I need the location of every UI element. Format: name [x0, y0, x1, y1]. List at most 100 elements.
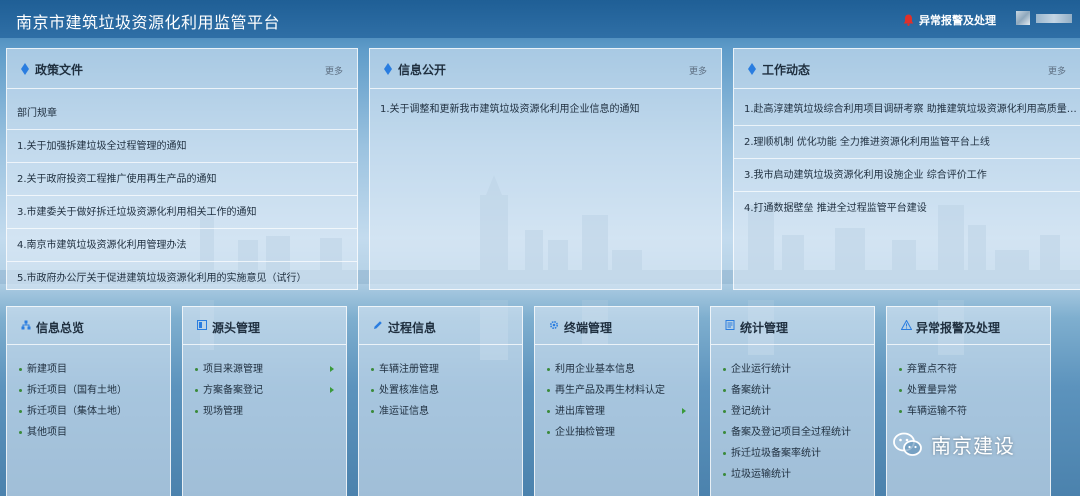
alarm-link[interactable]: 异常报警及处理	[903, 12, 996, 28]
menu-item[interactable]: 再生产品及再生材料认定	[535, 380, 698, 401]
article-list: 1.赴高淳建筑垃圾综合利用项目调研考察 助推建筑垃圾资源化利用高质量发展 2.理…	[734, 93, 1080, 225]
menu-item-label: 新建项目	[27, 364, 67, 375]
menu-item[interactable]: 处置量异常	[887, 380, 1050, 401]
more-link[interactable]: 更多	[1048, 64, 1066, 77]
more-link[interactable]: 更多	[325, 64, 343, 77]
menu-item[interactable]: 其他项目	[7, 422, 170, 443]
menu-item[interactable]: 新建项目	[7, 359, 170, 380]
list-item[interactable]: 3.我市启动建筑垃圾资源化利用设施企业 综合评价工作	[734, 159, 1080, 192]
menu-item-label: 现场管理	[203, 406, 243, 417]
panel-title: 过程信息	[388, 321, 437, 335]
user-name-blurred[interactable]	[1036, 14, 1072, 23]
menu-list: 弃置点不符 处置量异常 车辆运输不符	[887, 345, 1050, 422]
menu-item-label: 登记统计	[731, 406, 771, 417]
bullet-icon	[547, 368, 550, 371]
list-item[interactable]: 4.南京市建筑垃圾资源化利用管理办法	[7, 229, 357, 262]
terminal-management-panel: 终端管理 利用企业基本信息 再生产品及再生材料认定 进出库管理 企业抽检管理	[534, 306, 699, 496]
menu-list: 项目来源管理 方案备案登记 现场管理	[183, 345, 346, 422]
pin-icon	[21, 63, 29, 75]
bullet-icon	[547, 431, 550, 434]
gear-icon	[549, 320, 559, 330]
menu-list: 车辆注册管理 处置核准信息 准运证信息	[359, 345, 522, 422]
menu-item[interactable]: 拆迁项目（集体土地）	[7, 401, 170, 422]
bullet-icon	[195, 389, 198, 392]
menu-item[interactable]: 车辆运输不符	[887, 401, 1050, 422]
source-management-panel: 源头管理 项目来源管理 方案备案登记 现场管理	[182, 306, 347, 496]
panel-header: 终端管理	[535, 307, 698, 345]
menu-item-label: 弃置点不符	[907, 364, 957, 375]
alarm-handling-panel: 异常报警及处理 弃置点不符 处置量异常 车辆运输不符	[886, 306, 1051, 496]
bullet-icon	[371, 368, 374, 371]
bullet-icon	[723, 473, 726, 476]
bullet-icon	[195, 410, 198, 413]
article-list: 1.关于调整和更新我市建筑垃圾资源化利用企业信息的通知	[370, 93, 721, 126]
layout-icon	[197, 320, 207, 330]
panel-header: 信息总览	[7, 307, 170, 345]
menu-item[interactable]: 车辆注册管理	[359, 359, 522, 380]
list-item[interactable]: 2.理顺机制 优化功能 全力推进资源化利用监管平台上线	[734, 126, 1080, 159]
warning-icon	[901, 320, 912, 330]
menu-item[interactable]: 拆迁项目（国有土地）	[7, 380, 170, 401]
menu-item[interactable]: 备案及登记项目全过程统计	[711, 422, 874, 443]
panel-header: 过程信息	[359, 307, 522, 345]
list-item[interactable]: 1.赴高淳建筑垃圾综合利用项目调研考察 助推建筑垃圾资源化利用高质量发展	[734, 93, 1080, 126]
pencil-icon	[374, 321, 382, 329]
information-disclosure-panel: 信息公开 更多 1.关于调整和更新我市建筑垃圾资源化利用企业信息的通知	[369, 48, 722, 290]
panel-header: 异常报警及处理	[887, 307, 1050, 345]
menu-item[interactable]: 垃圾运输统计	[711, 464, 874, 485]
list-item[interactable]: 1.关于加强拆建垃圾全过程管理的通知	[7, 130, 357, 163]
list-item[interactable]: 3.市建委关于做好拆迁垃圾资源化利用相关工作的通知	[7, 196, 357, 229]
bullet-icon	[19, 431, 22, 434]
menu-item[interactable]: 利用企业基本信息	[535, 359, 698, 380]
user-avatar[interactable]	[1016, 11, 1030, 25]
panel-header: 统计管理	[711, 307, 874, 345]
menu-item-label: 车辆运输不符	[907, 406, 967, 417]
menu-item[interactable]: 企业抽检管理	[535, 422, 698, 443]
bullet-icon	[547, 410, 550, 413]
document-icon	[725, 320, 735, 330]
menu-item-label: 备案及登记项目全过程统计	[731, 427, 851, 438]
list-item[interactable]: 2.关于政府投资工程推广使用再生产品的通知	[7, 163, 357, 196]
bullet-icon	[195, 368, 198, 371]
menu-item[interactable]: 企业运行统计	[711, 359, 874, 380]
list-item[interactable]: 1.关于调整和更新我市建筑垃圾资源化利用企业信息的通知	[370, 93, 721, 126]
menu-item[interactable]: 拆迁垃圾备案率统计	[711, 443, 874, 464]
menu-item[interactable]: 准运证信息	[359, 401, 522, 422]
menu-list: 企业运行统计 备案统计 登记统计 备案及登记项目全过程统计 拆迁垃圾备案率统计 …	[711, 345, 874, 485]
menu-item[interactable]: 项目来源管理	[183, 359, 346, 380]
info-overview-panel: 信息总览 新建项目 拆迁项目（国有土地） 拆迁项目（集体土地） 其他项目	[6, 306, 171, 496]
menu-item[interactable]: 备案统计	[711, 380, 874, 401]
menu-item[interactable]: 方案备案登记	[183, 380, 346, 401]
menu-item-label: 处置核准信息	[379, 385, 439, 396]
panel-title: 工作动态	[762, 63, 811, 77]
menu-item-label: 备案统计	[731, 385, 771, 396]
bullet-icon	[723, 452, 726, 455]
menu-item-label: 准运证信息	[379, 406, 429, 417]
menu-item-label: 企业运行统计	[731, 364, 791, 375]
watermark-text: 南京建设	[931, 434, 1015, 458]
menu-item[interactable]: 处置核准信息	[359, 380, 522, 401]
panel-header: 政策文件 更多	[7, 49, 357, 89]
more-link[interactable]: 更多	[689, 64, 707, 77]
menu-item[interactable]: 现场管理	[183, 401, 346, 422]
pin-icon	[384, 63, 392, 75]
panel-title: 源头管理	[212, 321, 261, 335]
menu-item-label: 其他项目	[27, 427, 67, 438]
menu-item[interactable]: 登记统计	[711, 401, 874, 422]
menu-item-label: 项目来源管理	[203, 364, 263, 375]
menu-item[interactable]: 进出库管理	[535, 401, 698, 422]
menu-item[interactable]: 弃置点不符	[887, 359, 1050, 380]
bullet-icon	[899, 410, 902, 413]
list-category: 部门规章	[7, 97, 357, 130]
list-item[interactable]: 4.打通数据壁垒 推进全过程监管平台建设	[734, 192, 1080, 225]
bullet-icon	[723, 410, 726, 413]
list-item[interactable]: 5.市政府办公厅关于促进建筑垃圾资源化利用的实施意见（试行）	[7, 262, 357, 289]
app-title: 南京市建筑垃圾资源化利用监管平台	[16, 13, 281, 32]
bullet-icon	[899, 368, 902, 371]
top-header-bar: 南京市建筑垃圾资源化利用监管平台 异常报警及处理	[0, 0, 1080, 38]
bullet-icon	[371, 410, 374, 413]
chevron-right-icon	[330, 366, 334, 372]
panel-title: 信息公开	[398, 63, 447, 77]
chevron-right-icon	[330, 387, 334, 393]
chevron-right-icon	[682, 408, 686, 414]
